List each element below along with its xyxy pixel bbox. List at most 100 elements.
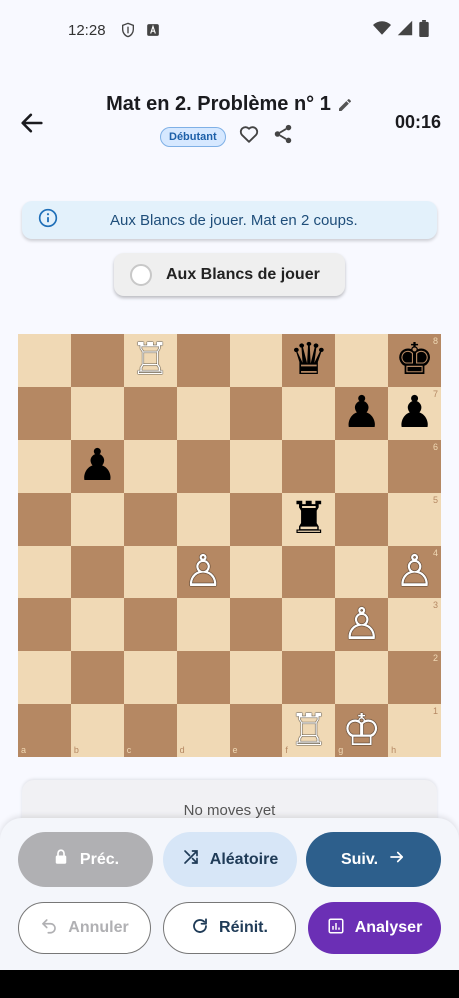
board-square-a4[interactable]: [18, 545, 71, 599]
board-square-a5[interactable]: [18, 492, 71, 546]
board-square-a2[interactable]: [18, 651, 71, 705]
board-square-c3[interactable]: [123, 598, 177, 652]
heart-icon[interactable]: [238, 123, 260, 150]
board-square-h7[interactable]: ♟ 7: [388, 386, 441, 440]
board-square-a7[interactable]: [18, 386, 71, 440]
board-square-b7[interactable]: [70, 386, 124, 440]
next-button[interactable]: Suiv.: [306, 832, 441, 887]
board-square-a1[interactable]: a: [18, 704, 71, 757]
board-square-c7[interactable]: [123, 386, 177, 440]
board-square-h3[interactable]: 3: [388, 598, 441, 652]
board-square-a6[interactable]: [18, 439, 71, 493]
analytics-icon: [327, 917, 345, 940]
board-square-a8[interactable]: [18, 334, 71, 387]
chess-piece[interactable]: ♖: [130, 338, 169, 382]
board-square-g8[interactable]: [335, 334, 389, 387]
reset-button[interactable]: Réinit.: [163, 902, 296, 954]
board-square-d2[interactable]: [176, 651, 230, 705]
shield-icon: [120, 22, 136, 38]
board-square-f5[interactable]: ♜: [282, 492, 336, 546]
board-square-h1[interactable]: 1h: [388, 704, 441, 757]
file-label: b: [73, 745, 79, 755]
board-square-e1[interactable]: e: [229, 704, 283, 757]
board-square-c6[interactable]: [123, 439, 177, 493]
board-square-b2[interactable]: [70, 651, 124, 705]
board-square-b8[interactable]: [70, 334, 124, 387]
chess-board[interactable]: ♖ ♛ ♚ 8 ♟ ♟ 7 ♟ 6 ♜ 5 ♙ ♙ 4 ♙ 3 2 a b c d e ♖ f ♔ g 1 h: [18, 334, 441, 757]
chess-piece[interactable]: ♔: [342, 708, 381, 753]
board-square-c1[interactable]: c: [123, 704, 177, 757]
info-icon: [38, 208, 58, 233]
rank-label: 5: [432, 494, 438, 505]
board-square-c4[interactable]: [123, 545, 177, 599]
board-square-b3[interactable]: [70, 598, 124, 652]
board-square-g1[interactable]: ♔ g: [335, 704, 389, 757]
board-square-f8[interactable]: ♛: [282, 334, 336, 387]
chess-piece[interactable]: ♟: [342, 391, 381, 435]
rank-label: 6: [432, 441, 438, 452]
board-square-g7[interactable]: ♟: [335, 386, 389, 440]
board-square-b1[interactable]: b: [70, 704, 124, 757]
turn-toggle[interactable]: Aux Blancs de jouer: [114, 253, 345, 296]
board-square-f2[interactable]: [282, 651, 336, 705]
board-square-e4[interactable]: [229, 545, 283, 599]
chess-piece[interactable]: ♛: [289, 338, 328, 382]
board-square-e2[interactable]: [229, 651, 283, 705]
chess-piece[interactable]: ♙: [183, 549, 222, 594]
chess-piece[interactable]: ♜: [289, 497, 328, 541]
board-square-h4[interactable]: ♙ 4: [388, 545, 441, 599]
board-square-e7[interactable]: [229, 386, 283, 440]
board-square-e3[interactable]: [229, 598, 283, 652]
board-square-g6[interactable]: [335, 439, 389, 493]
undo-button-label: Annuler: [68, 919, 129, 936]
analyse-button[interactable]: Analyser: [308, 902, 441, 954]
board-square-b5[interactable]: [70, 492, 124, 546]
chess-piece[interactable]: ♙: [342, 602, 381, 647]
board-square-h5[interactable]: 5: [388, 492, 441, 546]
board-square-h8[interactable]: ♚ 8: [388, 334, 441, 387]
undo-button[interactable]: Annuler: [18, 902, 151, 954]
chess-piece[interactable]: ♟: [78, 444, 117, 488]
board-square-h2[interactable]: 2: [388, 651, 441, 705]
board-square-b4[interactable]: [70, 545, 124, 599]
system-nav-bar: [0, 970, 459, 998]
board-square-g2[interactable]: [335, 651, 389, 705]
board-square-e8[interactable]: [229, 334, 283, 387]
analyse-button-label: Analyser: [354, 919, 423, 936]
board-square-f3[interactable]: [282, 598, 336, 652]
board-square-b6[interactable]: ♟: [70, 439, 124, 493]
board-square-f7[interactable]: [282, 386, 336, 440]
board-square-d4[interactable]: ♙: [176, 545, 230, 599]
file-label: f: [285, 745, 288, 755]
board-square-c2[interactable]: [123, 651, 177, 705]
lock-icon: [52, 848, 70, 871]
board-square-d1[interactable]: d: [176, 704, 230, 757]
previous-button[interactable]: Préc.: [18, 832, 153, 887]
board-square-f6[interactable]: [282, 439, 336, 493]
radio-indicator[interactable]: [130, 263, 152, 286]
share-icon[interactable]: [272, 123, 294, 150]
board-square-g5[interactable]: [335, 492, 389, 546]
board-square-e5[interactable]: [229, 492, 283, 546]
board-square-d7[interactable]: [176, 386, 230, 440]
chess-piece[interactable]: ♖: [289, 708, 328, 753]
board-square-g4[interactable]: [335, 545, 389, 599]
board-square-d3[interactable]: [176, 598, 230, 652]
board-square-h6[interactable]: 6: [388, 439, 441, 493]
board-square-e6[interactable]: [229, 439, 283, 493]
board-square-f1[interactable]: ♖ f: [282, 704, 336, 757]
edit-pencil-icon[interactable]: [337, 97, 353, 113]
board-square-d6[interactable]: [176, 439, 230, 493]
board-square-f4[interactable]: [282, 545, 336, 599]
chess-piece[interactable]: ♚: [395, 338, 434, 382]
board-square-c8[interactable]: ♖: [123, 334, 177, 387]
board-square-g3[interactable]: ♙: [335, 598, 389, 652]
rank-label: 3: [432, 600, 438, 611]
chess-piece[interactable]: ♙: [395, 549, 434, 594]
chess-piece[interactable]: ♟: [395, 391, 434, 435]
board-square-d5[interactable]: [176, 492, 230, 546]
board-square-a3[interactable]: [18, 598, 71, 652]
random-button[interactable]: Aléatoire: [163, 832, 297, 887]
board-square-d8[interactable]: [176, 334, 230, 387]
board-square-c5[interactable]: [123, 492, 177, 546]
